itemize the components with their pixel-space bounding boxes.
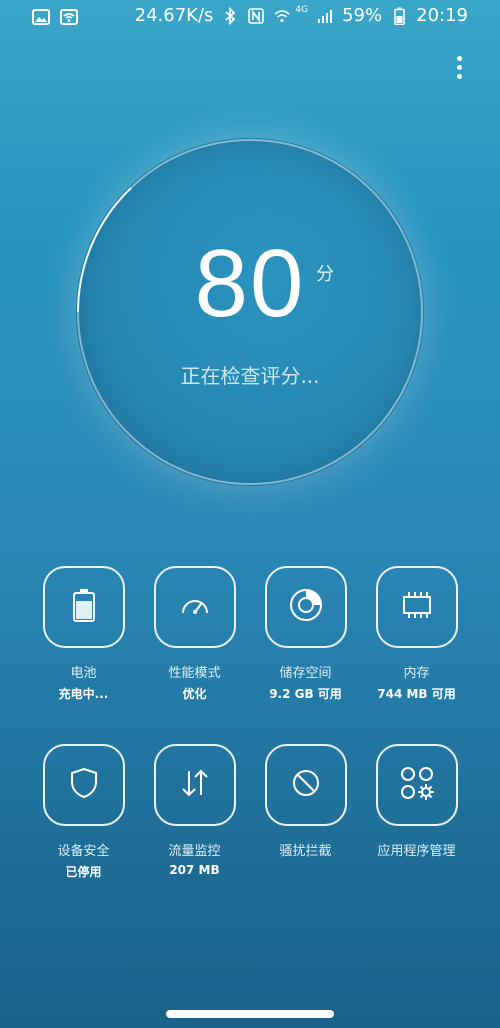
nfc-icon: [247, 7, 265, 25]
tile-storage-label: 储存空间: [279, 666, 332, 681]
status-bar: 24.67K/s 4G 59% 20:19: [0, 0, 500, 36]
tile-security-label: 设备安全: [57, 844, 110, 859]
more-options-icon[interactable]: [452, 56, 466, 82]
app-manager-icon: [399, 765, 435, 805]
tile-performance-label: 性能模式: [168, 666, 221, 681]
score-circle[interactable]: 80 分 正在检查评分...: [76, 138, 424, 486]
tile-traffic-button[interactable]: [153, 744, 236, 826]
score-status-text: 正在检查评分...: [180, 364, 320, 388]
tile-battery[interactable]: 电池 充电中...: [28, 566, 139, 702]
signal-icon: [316, 7, 334, 25]
tile-battery-button[interactable]: [42, 566, 125, 648]
tile-battery-status: 充电中...: [58, 687, 109, 701]
shield-icon: [70, 767, 98, 803]
tile-storage-status: 9.2 GB 可用: [269, 687, 342, 701]
data-traffic-icon: [179, 768, 211, 802]
memory-chip-icon: [400, 591, 434, 623]
tile-spam-label: 骚扰拦截: [279, 844, 332, 859]
wifi-icon: [273, 7, 291, 25]
storage-icon: [289, 588, 323, 626]
tile-storage-button[interactable]: [264, 566, 347, 648]
tile-security-status: 已停用: [65, 865, 102, 879]
score-value: 80: [194, 230, 306, 337]
speedometer-icon: [180, 594, 210, 620]
tile-device-security[interactable]: 设备安全 已停用: [28, 744, 139, 880]
tile-storage[interactable]: 储存空间 9.2 GB 可用: [250, 566, 361, 702]
tile-memory-status: 744 MB 可用: [377, 687, 456, 701]
tile-traffic-status: 207 MB: [169, 863, 220, 877]
battery-charging-icon: [390, 7, 408, 25]
tile-memory-button[interactable]: [375, 566, 458, 648]
tile-data-traffic[interactable]: 流量监控 207 MB: [139, 744, 250, 877]
tile-security-button[interactable]: [42, 744, 125, 826]
tile-performance-mode[interactable]: 性能模式 优化: [139, 566, 250, 702]
tile-performance-status: 优化: [182, 687, 207, 701]
score-unit: 分: [316, 264, 334, 285]
gallery-icon: [32, 8, 50, 26]
battery-percent: 59%: [342, 5, 383, 26]
tile-app-manager-button[interactable]: [375, 744, 458, 826]
tile-app-manager-label: 应用程序管理: [377, 844, 456, 859]
tile-performance-button[interactable]: [153, 566, 236, 648]
tile-memory[interactable]: 内存 744 MB 可用: [361, 566, 472, 702]
network-speed: 24.67K/s: [134, 5, 214, 26]
battery-icon: [72, 588, 96, 626]
tile-spam-block[interactable]: 骚扰拦截: [250, 744, 361, 859]
tile-battery-label: 电池: [70, 666, 97, 681]
network-type-label: 4G: [295, 4, 309, 15]
tile-app-manager[interactable]: 应用程序管理: [361, 744, 472, 859]
tile-spam-button[interactable]: [264, 744, 347, 826]
home-indicator[interactable]: [166, 1010, 334, 1018]
clock: 20:19: [416, 5, 468, 26]
wifi-share-icon: [60, 8, 78, 26]
block-icon: [291, 768, 321, 802]
bluetooth-icon: [221, 6, 239, 25]
tile-memory-label: 内存: [403, 666, 430, 681]
tile-traffic-label: 流量监控: [168, 844, 221, 859]
